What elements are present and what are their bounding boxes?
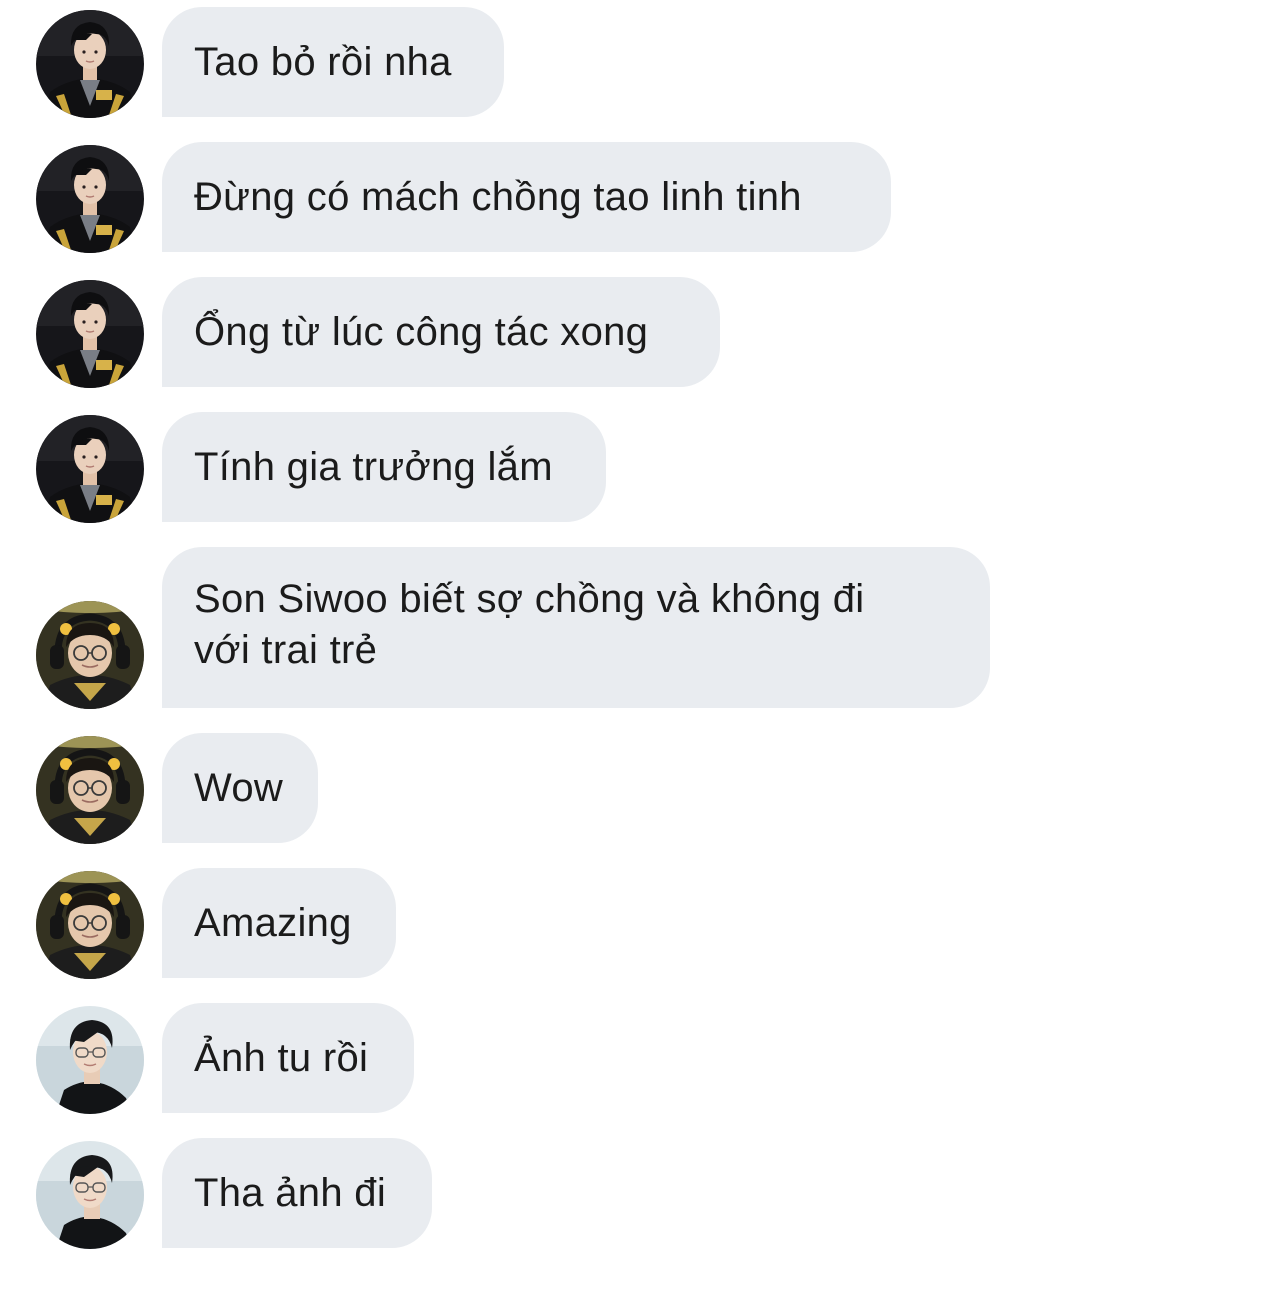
message-text: Tao bỏ rồi nha xyxy=(194,39,452,84)
avatar-sender-a[interactable] xyxy=(36,10,144,118)
message-bubble[interactable]: Amazing xyxy=(162,868,396,978)
avatar-sender-b[interactable] xyxy=(36,736,144,844)
message-bubble[interactable]: Wow xyxy=(162,733,318,843)
message-bubble[interactable]: Tính gia trưởng lắm xyxy=(162,412,606,522)
avatar-sender-a[interactable] xyxy=(36,415,144,523)
message-text: Wow xyxy=(194,765,284,810)
avatar-sender-b[interactable] xyxy=(36,871,144,979)
message-bubble[interactable]: Đừng có mách chồng tao linh tinh xyxy=(162,142,891,252)
message-text: Tính gia trưởng lắm xyxy=(194,444,553,489)
message-text: Amazing xyxy=(194,900,352,945)
message-bubble[interactable]: Ổng từ lúc công tác xong xyxy=(162,277,720,387)
avatar-sender-c[interactable] xyxy=(36,1141,144,1249)
avatar-sender-a[interactable] xyxy=(36,280,144,388)
message-text-line: với trai trẻ xyxy=(194,628,378,672)
avatar-sender-b[interactable] xyxy=(36,601,144,709)
message-bubble[interactable]: Son Siwoo biết sợ chồng và không đi với … xyxy=(162,547,990,708)
message-text: Đừng có mách chồng tao linh tinh xyxy=(194,174,802,219)
avatar-sender-c[interactable] xyxy=(36,1006,144,1114)
message-text-line: Son Siwoo biết sợ chồng và không đi xyxy=(194,577,865,621)
message-text: Ổng từ lúc công tác xong xyxy=(194,309,649,354)
message-bubble[interactable]: Ảnh tu rồi xyxy=(162,1003,414,1113)
message-bubble[interactable]: Tha ảnh đi xyxy=(162,1138,432,1248)
message-text: Tha ảnh đi xyxy=(194,1170,387,1215)
message-bubble[interactable]: Tao bỏ rồi nha xyxy=(162,7,504,117)
avatar-sender-a[interactable] xyxy=(36,145,144,253)
message-text: Ảnh tu rồi xyxy=(194,1035,369,1080)
